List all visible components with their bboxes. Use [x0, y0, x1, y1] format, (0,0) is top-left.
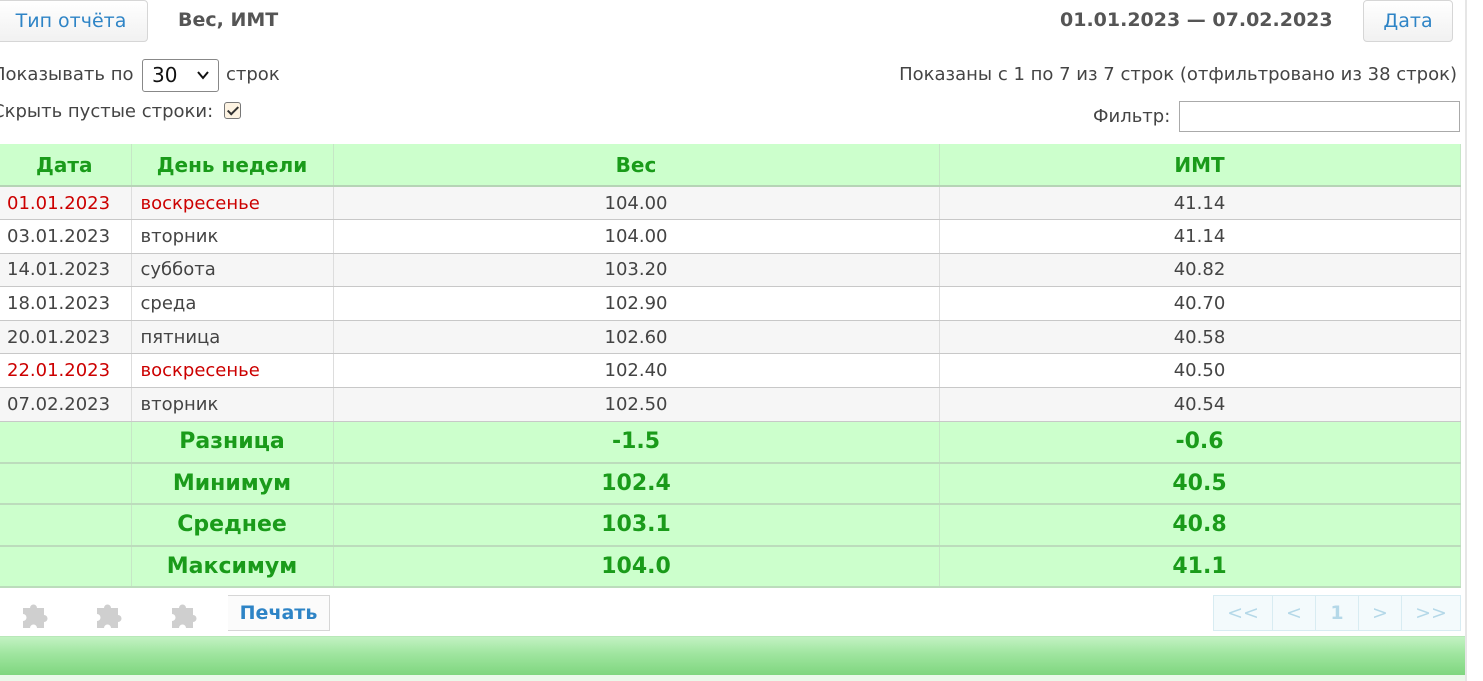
- data-table: Дата День недели Вес ИМТ 01.01.2023 воск…: [0, 144, 1461, 589]
- summary-bmi: 41.1: [939, 545, 1461, 589]
- pager-current-page[interactable]: 1: [1315, 595, 1359, 631]
- summary-empty-cell: [0, 421, 132, 464]
- table-row: 03.01.2023 вторник 104.00 41.14: [0, 219, 1461, 254]
- summary-bmi: 40.5: [939, 462, 1461, 506]
- cell-date: 18.01.2023: [0, 286, 132, 321]
- cell-bmi: 40.58: [939, 320, 1461, 355]
- cell-bmi: 40.82: [939, 253, 1461, 288]
- column-header-bmi[interactable]: ИМТ: [939, 144, 1461, 187]
- rows-info-text: Показаны с 1 по 7 из 7 строк (отфильтров…: [899, 64, 1457, 85]
- print-button[interactable]: Печать: [228, 595, 330, 631]
- cell-bmi: 41.14: [939, 219, 1461, 254]
- cell-weight: 104.00: [333, 186, 940, 221]
- table-header-row: Дата День недели Вес ИМТ: [0, 144, 1461, 187]
- filter-label: Фильтр:: [1093, 106, 1171, 127]
- cell-bmi: 40.70: [939, 286, 1461, 321]
- summary-bmi: -0.6: [939, 421, 1461, 464]
- table-row: 01.01.2023 воскресенье 104.00 41.14: [0, 186, 1461, 221]
- summary-bmi: 40.8: [939, 504, 1461, 547]
- cell-date: 20.01.2023: [0, 320, 132, 355]
- table-row: 07.02.2023 вторник 102.50 40.54: [0, 387, 1461, 422]
- cell-bmi: 41.14: [939, 186, 1461, 221]
- puzzle-icon[interactable]: [19, 598, 51, 630]
- table-row: 20.01.2023 пятница 102.60 40.58: [0, 320, 1461, 355]
- pager-next-button[interactable]: >: [1358, 595, 1402, 631]
- summary-weight: -1.5: [333, 421, 940, 464]
- column-header-weekday[interactable]: День недели: [131, 144, 334, 187]
- cell-date: 01.01.2023: [0, 186, 132, 221]
- summary-row-maximum: Максимум 104.0 41.1: [0, 545, 1461, 589]
- summary-weight: 104.0: [333, 545, 940, 589]
- pager-prev-button[interactable]: <: [1272, 595, 1316, 631]
- report-type-button[interactable]: Тип отчёта: [0, 0, 148, 42]
- cell-bmi: 40.54: [939, 387, 1461, 422]
- summary-label: Максимум: [131, 545, 334, 589]
- puzzle-icon[interactable]: [93, 598, 125, 630]
- rows-per-page-label: Показывать по: [0, 64, 134, 85]
- summary-empty-cell: [0, 545, 132, 589]
- column-header-weight[interactable]: Вес: [333, 144, 940, 187]
- table-row: 22.01.2023 воскресенье 102.40 40.50: [0, 353, 1461, 389]
- puzzle-icon[interactable]: [168, 598, 200, 630]
- summary-empty-cell: [0, 504, 132, 547]
- cell-weight: 104.00: [333, 219, 940, 254]
- pager-first-button[interactable]: <<: [1213, 595, 1273, 631]
- summary-label: Разница: [131, 421, 334, 464]
- cell-weekday: суббота: [131, 253, 334, 288]
- cell-weekday: пятница: [131, 320, 334, 355]
- column-header-date[interactable]: Дата: [0, 144, 132, 187]
- report-header: Тип отчёта Вес, ИМТ 01.01.2023 — 07.02.2…: [0, 0, 1465, 44]
- date-range-label: 01.01.2023 — 07.02.2023: [1060, 9, 1333, 31]
- summary-empty-cell: [0, 462, 132, 506]
- cell-weight: 102.60: [333, 320, 940, 355]
- cell-date: 22.01.2023: [0, 353, 132, 389]
- table-row: 18.01.2023 среда 102.90 40.70: [0, 286, 1461, 321]
- hide-empty-rows-label: Скрыть пустые строки:: [0, 101, 214, 122]
- cell-weight: 102.40: [333, 353, 940, 389]
- hide-empty-rows-checkbox[interactable]: [224, 102, 241, 119]
- pager-last-button[interactable]: >>: [1401, 595, 1461, 631]
- summary-row-minimum: Минимум 102.4 40.5: [0, 462, 1461, 506]
- cell-date: 14.01.2023: [0, 253, 132, 288]
- rows-per-page-value: 30: [152, 63, 178, 87]
- filter-input[interactable]: [1179, 101, 1460, 132]
- summary-weight: 103.1: [333, 504, 940, 547]
- cell-weight: 102.50: [333, 387, 940, 422]
- summary-weight: 102.4: [333, 462, 940, 506]
- report-title: Вес, ИМТ: [178, 9, 279, 31]
- cell-date: 03.01.2023: [0, 219, 132, 254]
- cell-weight: 103.20: [333, 253, 940, 288]
- pagination: << < 1 > >>: [1213, 595, 1461, 631]
- table-row: 14.01.2023 суббота 103.20 40.82: [0, 253, 1461, 288]
- footer-edge: [0, 675, 1465, 681]
- summary-label: Среднее: [131, 504, 334, 547]
- page-right-border: [1465, 0, 1467, 681]
- summary-row-average: Среднее 103.1 40.8: [0, 504, 1461, 547]
- footer-band: [0, 636, 1465, 675]
- rows-per-page-select[interactable]: 30: [142, 59, 219, 92]
- cell-bmi: 40.50: [939, 353, 1461, 389]
- cell-weight: 102.90: [333, 286, 940, 321]
- cell-weekday: воскресенье: [131, 186, 334, 221]
- cell-weekday: среда: [131, 286, 334, 321]
- date-button[interactable]: Дата: [1363, 0, 1453, 42]
- cell-weekday: воскресенье: [131, 353, 334, 389]
- chevron-down-icon: [196, 60, 210, 103]
- cell-date: 07.02.2023: [0, 387, 132, 422]
- summary-label: Минимум: [131, 462, 334, 506]
- cell-weekday: вторник: [131, 387, 334, 422]
- summary-row-difference: Разница -1.5 -0.6: [0, 421, 1461, 464]
- rows-suffix-label: строк: [226, 64, 280, 85]
- cell-weekday: вторник: [131, 219, 334, 254]
